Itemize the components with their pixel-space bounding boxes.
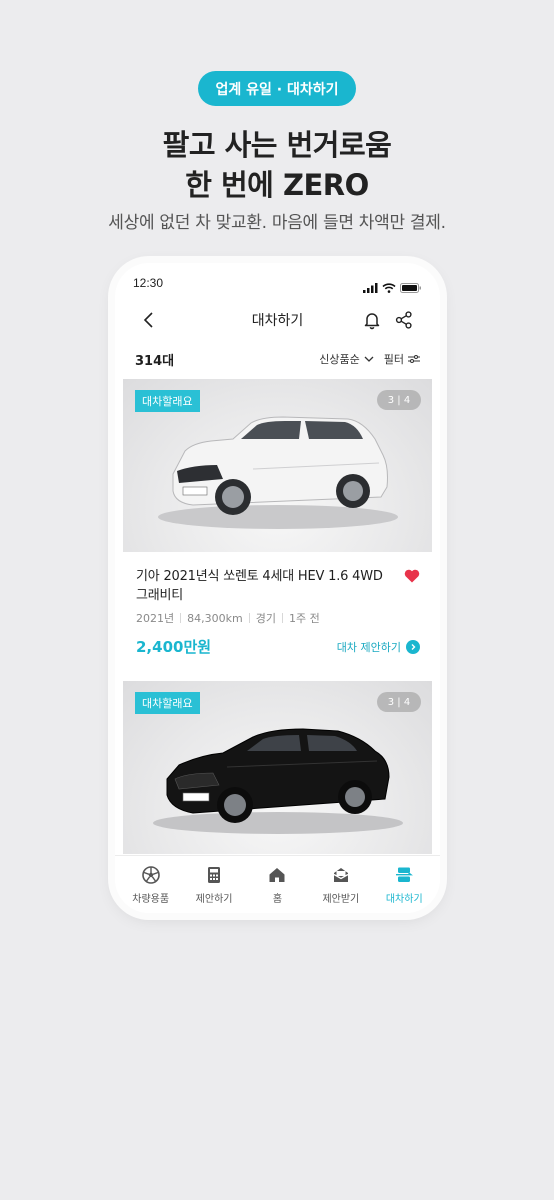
tab-label: 제안하기: [195, 894, 233, 905]
bottom-tab-bar: 차량용품 제안하기 홈 제안받기 대차하기: [115, 855, 440, 913]
listing-image[interactable]: 대차할래요 3 | 4: [123, 681, 432, 854]
exchange-tag: 대차할래요: [135, 390, 200, 412]
tab-home[interactable]: 홈: [246, 856, 308, 913]
wheel-icon: [141, 866, 160, 884]
back-icon[interactable]: [139, 310, 159, 330]
sort-dropdown[interactable]: 신상품순: [319, 351, 374, 367]
tab-exchange[interactable]: 대차하기: [373, 856, 435, 913]
phone-mockup: 12:30 대차하기 314대 신상품순 필터 대차할래요 3 | 4 기아 2…: [115, 263, 440, 913]
tab-label: 제안받기: [322, 894, 360, 905]
listing-meta: 2021년 84,300km 경기 1주 전: [136, 610, 420, 626]
listing-mileage: 84,300km: [187, 611, 243, 625]
battery-icon: [400, 282, 421, 293]
status-bar: 12:30: [115, 263, 440, 299]
headline-line-2: 한 번에 ZERO: [185, 168, 369, 202]
status-time: 12:30: [133, 276, 164, 290]
filter-button[interactable]: 필터: [384, 351, 420, 367]
heart-icon[interactable]: [404, 569, 420, 583]
image-pager: 3 | 4: [377, 692, 421, 712]
exchange-icon: [396, 867, 414, 882]
calculator-icon: [208, 867, 221, 883]
headline-line-1: 팔고 사는 번거로움: [162, 128, 392, 162]
page-title: 대차하기: [251, 313, 304, 329]
listing-posted: 1주 전: [288, 612, 320, 625]
listing-title: 기아 2021년식 쏘렌토 4세대 HEV 1.6 4WD 그래비티: [136, 569, 383, 603]
promo-badge: 업계 유일 · 대차하기: [198, 71, 356, 106]
sort-label: 신상품순: [319, 353, 360, 366]
tab-car-accessories[interactable]: 차량용품: [120, 856, 182, 913]
filter-label: 필터: [383, 353, 404, 366]
meta-divider: [248, 613, 250, 623]
propose-label: 대차 제안하기: [336, 640, 401, 654]
subheadline: 세상에 없던 차 맞교환. 마음에 들면 차액만 결제.: [108, 213, 446, 233]
chevron-right-icon: [406, 639, 420, 654]
tab-label: 대차하기: [385, 894, 423, 905]
image-pager: 3 | 4: [377, 390, 421, 410]
listing-year: 2021년: [136, 612, 175, 625]
propose-exchange-button[interactable]: 대차 제안하기: [337, 639, 420, 655]
chevron-down-icon: [364, 356, 374, 362]
home-icon: [269, 868, 285, 882]
listing-price: 2,400만원: [136, 638, 212, 656]
exchange-tag: 대차할래요: [135, 692, 200, 714]
signal-icon: [363, 282, 378, 293]
bell-icon[interactable]: [362, 310, 382, 330]
result-count: 314대: [135, 353, 175, 369]
list-header: 314대 신상품순 필터: [115, 347, 440, 371]
app-bar: 대차하기: [115, 301, 440, 339]
inbox-icon: [333, 868, 349, 882]
listing-region: 경기: [255, 612, 276, 625]
meta-divider: [281, 613, 283, 623]
tab-propose[interactable]: 제안하기: [183, 856, 245, 913]
share-icon[interactable]: [394, 310, 414, 330]
wifi-icon: [382, 282, 396, 293]
meta-divider: [180, 613, 182, 623]
filter-sliders-icon: [408, 355, 420, 363]
tab-label: 차량용품: [132, 894, 170, 905]
listing-image[interactable]: 대차할래요 3 | 4: [123, 379, 432, 552]
tab-label: 홈: [272, 894, 283, 905]
tab-received[interactable]: 제안받기: [310, 856, 372, 913]
status-icons: [363, 276, 422, 299]
listing-info[interactable]: 기아 2021년식 쏘렌토 4세대 HEV 1.6 4WD 그래비티 2021년…: [136, 567, 420, 657]
